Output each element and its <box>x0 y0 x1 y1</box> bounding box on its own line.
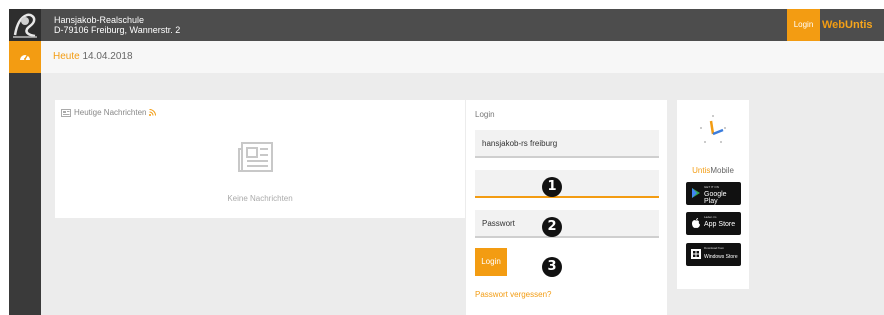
news-title: Heutige Nachrichten <box>74 108 147 117</box>
news-panel: Heutige Nachrichten Keine Nachrichten <box>55 100 465 218</box>
windows-store-small: Download from <box>704 246 725 250</box>
password-field[interactable]: Passwort <box>475 210 659 238</box>
top-bar: Hansjakob-Realschule D-79106 Freiburg, W… <box>9 9 884 41</box>
login-panel: Login hansjakob-rs freiburg Passwort Log… <box>466 100 667 315</box>
windows-store-icon <box>691 249 701 259</box>
untis-mobile-logo-icon <box>695 112 731 157</box>
rss-icon[interactable] <box>149 109 157 116</box>
untis-mobile-label-mobile: Mobile <box>710 166 734 175</box>
marker-3: 3 <box>542 257 562 277</box>
forgot-password-link[interactable]: Passwort vergessen? <box>475 290 551 299</box>
login-title: Login <box>475 110 495 119</box>
school-field[interactable]: hansjakob-rs freiburg <box>475 130 659 158</box>
news-empty-message: Keine Nachrichten <box>227 194 293 203</box>
windows-store-text: Windows Store <box>704 254 738 260</box>
webuntis-brand[interactable]: WebUntis <box>822 9 873 41</box>
school-address: D-79106 Freiburg, Wannerstr. 2 <box>54 25 181 35</box>
school-logo[interactable] <box>9 9 41 41</box>
app-store-text: App Store <box>704 221 736 228</box>
windows-store-badge[interactable]: Download from Windows Store <box>686 243 741 266</box>
google-play-badge[interactable]: GET IT ON Google Play <box>686 182 741 205</box>
marker-1: 1 <box>542 177 562 197</box>
current-date: 14.04.2018 <box>82 51 133 62</box>
google-play-icon <box>692 188 700 198</box>
google-play-text: Google Play <box>704 191 727 205</box>
username-field[interactable] <box>475 170 659 198</box>
untis-mobile-label: UntisMobile <box>677 166 749 175</box>
date-bar: Heute 14.04.2018 <box>41 41 884 73</box>
google-play-small: GET IT ON <box>704 185 719 189</box>
speedometer-icon <box>20 54 30 60</box>
today-link[interactable]: Heute <box>53 51 80 62</box>
untis-mobile-panel: UntisMobile GET IT ON Google Play Laden … <box>677 100 749 289</box>
apple-icon <box>692 218 700 228</box>
news-header: Heutige Nachrichten <box>61 108 157 117</box>
school-name: Hansjakob-Realschule <box>54 15 145 25</box>
newspaper-icon <box>238 141 276 180</box>
school-logo-icon <box>9 9 41 41</box>
untis-mobile-label-untis: Untis <box>692 166 711 175</box>
school-info: Hansjakob-Realschule D-79106 Freiburg, W… <box>54 15 180 35</box>
newspaper-small-icon <box>61 108 71 117</box>
app-store-small: Laden im <box>704 215 717 219</box>
app-frame: Hansjakob-Realschule D-79106 Freiburg, W… <box>9 9 884 315</box>
marker-2: 2 <box>542 217 562 237</box>
brand-web: Web <box>822 19 846 31</box>
side-navigation <box>9 41 41 315</box>
dashboard-nav-button[interactable] <box>9 41 41 73</box>
login-button[interactable]: Login <box>475 248 507 276</box>
brand-untis: Untis <box>845 19 873 31</box>
app-store-badge[interactable]: Laden im App Store <box>686 212 741 235</box>
header-login-button[interactable]: Login <box>787 9 820 41</box>
